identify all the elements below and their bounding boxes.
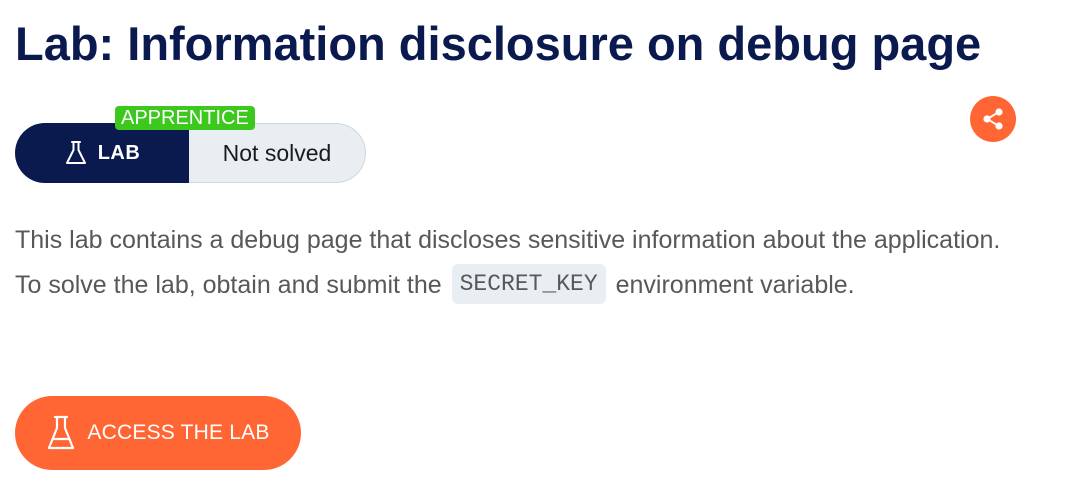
description-text-end: environment variable. [615, 271, 855, 299]
access-lab-label: ACCESS THE LAB [87, 421, 270, 444]
secret-key-code: SECRET_KEY [451, 264, 606, 305]
share-button[interactable] [970, 96, 1016, 142]
share-icon [983, 108, 1003, 130]
lab-type-label: LAB [97, 141, 141, 164]
page-title: Lab: Information disclosure on debug pag… [15, 17, 982, 70]
flask-icon [48, 415, 75, 450]
lab-status-badge: APPRENTICE LAB Not solved [15, 106, 366, 183]
solve-status: Not solved [185, 123, 366, 183]
flask-icon [65, 141, 86, 164]
lab-type-pill: LAB [15, 123, 189, 183]
access-lab-button[interactable]: ACCESS THE LAB [15, 396, 301, 470]
lab-page: Lab: Information disclosure on debug pag… [0, 0, 1088, 483]
level-tag: APPRENTICE [115, 106, 255, 130]
lab-description: This lab contains a debug page that disc… [15, 218, 1015, 308]
